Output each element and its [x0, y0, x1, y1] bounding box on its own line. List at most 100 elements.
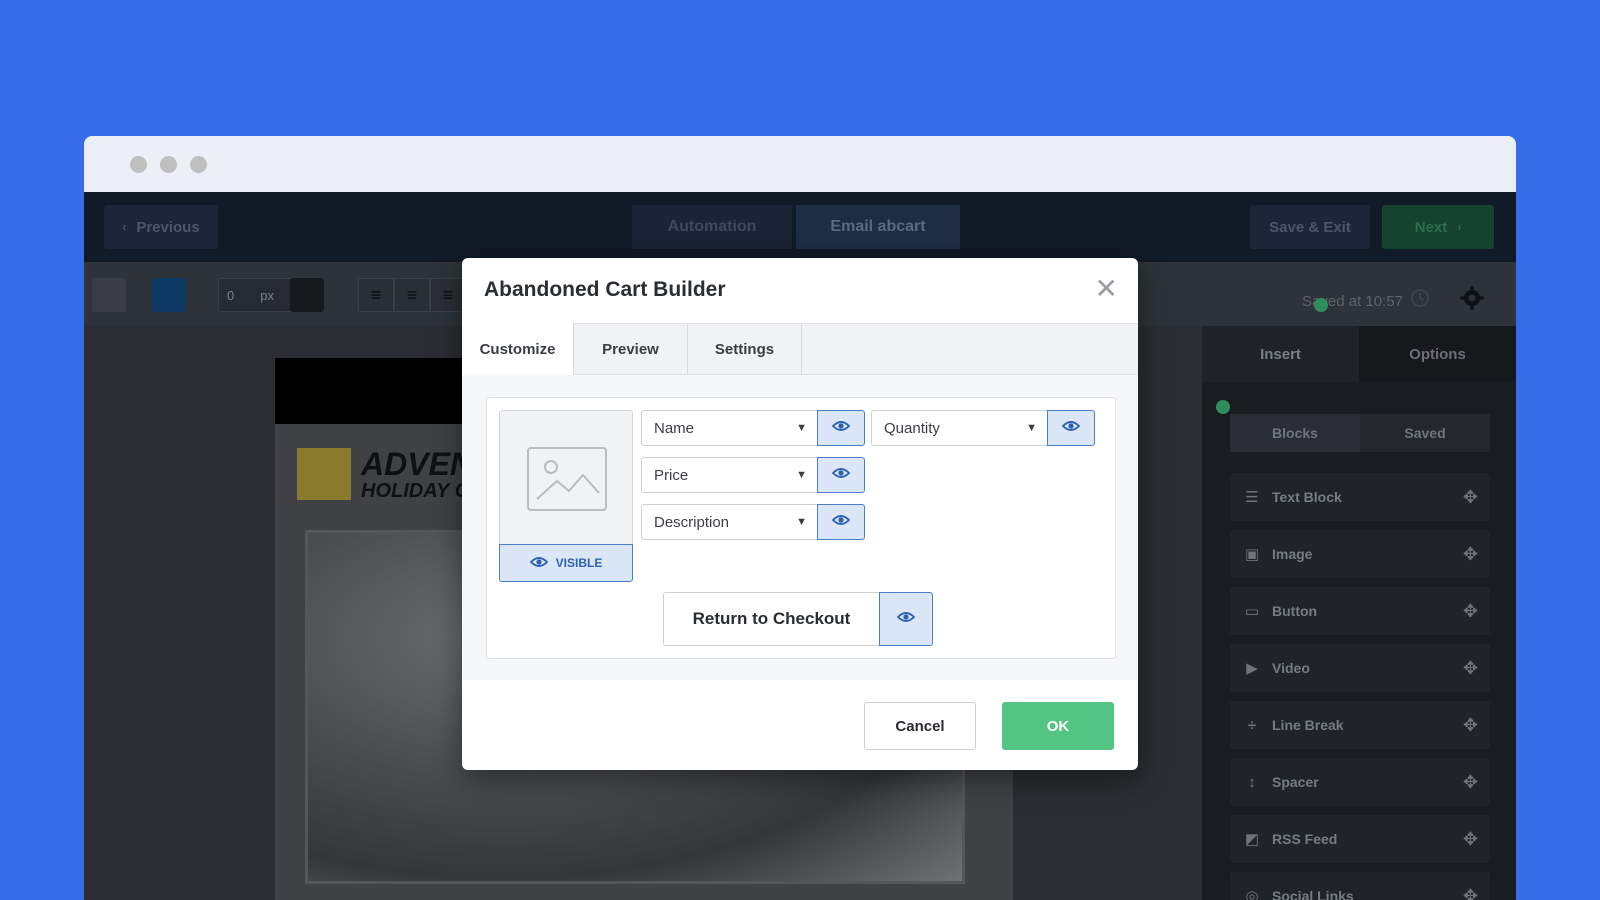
align-left-icon[interactable]: ≡: [358, 278, 394, 312]
tab-options[interactable]: Options: [1359, 326, 1516, 382]
tab-customize[interactable]: Customize: [462, 323, 574, 376]
quantity-field-group: Quantity ▼: [871, 410, 1095, 446]
next-button[interactable]: Next ›: [1382, 205, 1494, 249]
lightning-logo-icon: [297, 448, 351, 500]
quantity-visibility-toggle[interactable]: [1047, 410, 1095, 446]
visible-label: VISIBLE: [555, 556, 603, 570]
block-video[interactable]: ▶ Video ✥: [1230, 644, 1490, 692]
move-icon[interactable]: ✥: [1463, 544, 1478, 565]
previous-label: Previous: [136, 218, 200, 236]
quantity-select[interactable]: Quantity ▼: [871, 410, 1047, 446]
window-close-dot[interactable]: [130, 156, 147, 173]
move-icon[interactable]: ✥: [1463, 601, 1478, 622]
description-select[interactable]: Description ▼: [641, 504, 817, 540]
next-label: Next: [1414, 218, 1448, 236]
eye-icon: [831, 466, 851, 484]
text-color-swatch[interactable]: [152, 278, 186, 312]
top-navigation-bar: ‹ Previous Automation Email abcart Save …: [84, 192, 1516, 262]
modal-body: VISIBLE Name ▼ Quantity ▼ Price ▼ Descripti…: [462, 375, 1138, 680]
block-rss[interactable]: ◩ RSS Feed ✥: [1230, 815, 1490, 863]
image-icon: ▣: [1244, 546, 1260, 563]
alignment-group: ≡ ≡ ≡: [358, 278, 466, 312]
caret-down-icon: ▼: [796, 469, 807, 481]
move-icon[interactable]: ✥: [1463, 829, 1478, 850]
subtab-saved[interactable]: Saved: [1360, 414, 1490, 452]
cancel-button[interactable]: Cancel: [864, 702, 976, 750]
subtab-blocks[interactable]: Blocks: [1230, 414, 1360, 452]
play-icon: ▶: [1246, 660, 1258, 677]
previous-button[interactable]: ‹ Previous: [104, 205, 218, 249]
name-select[interactable]: Name ▼: [641, 410, 817, 446]
crumb-automation[interactable]: Automation: [632, 205, 792, 249]
eye-icon: [831, 419, 851, 437]
price-visibility-toggle[interactable]: [817, 457, 865, 493]
move-icon[interactable]: ✥: [1463, 715, 1478, 736]
checkout-visibility-toggle[interactable]: [879, 592, 933, 646]
move-icon[interactable]: ✥: [1463, 772, 1478, 793]
spacer-icon: ↕: [1248, 773, 1256, 791]
block-line-break[interactable]: ÷ Line Break ✥: [1230, 701, 1490, 749]
caret-down-icon: ▼: [796, 516, 807, 528]
padding-input[interactable]: 0 px: [218, 278, 294, 312]
text-lines-icon: ☰: [1245, 489, 1259, 506]
image-placeholder-icon: [527, 447, 607, 511]
window-minimize-dot[interactable]: [160, 156, 177, 173]
move-icon[interactable]: ✥: [1463, 886, 1478, 900]
border-color-swatch[interactable]: [290, 278, 324, 312]
line-break-icon: ÷: [1247, 716, 1257, 734]
block-social[interactable]: ◎ Social Links ✥: [1230, 872, 1490, 900]
image-visible-toggle[interactable]: VISIBLE: [499, 544, 633, 582]
button-icon: ▭: [1244, 603, 1260, 620]
window-titlebar: [84, 136, 1516, 192]
brand-subtitle: HOLIDAY C: [361, 480, 470, 502]
eye-icon: [896, 610, 916, 628]
tab-settings[interactable]: Settings: [688, 323, 802, 375]
align-center-icon[interactable]: ≡: [394, 278, 430, 312]
tab-preview[interactable]: Preview: [574, 323, 688, 375]
panel-status-dot: [1216, 400, 1230, 414]
price-select[interactable]: Price ▼: [641, 457, 817, 493]
caret-down-icon: ▼: [796, 422, 807, 434]
description-field-group: Description ▼: [641, 504, 865, 540]
product-layout-panel: VISIBLE Name ▼ Quantity ▼ Price ▼ Descripti…: [486, 397, 1116, 659]
history-icon[interactable]: [1408, 286, 1432, 310]
return-checkout-group: Return to Checkout: [663, 592, 933, 646]
window-maximize-dot[interactable]: [190, 156, 207, 173]
chevron-right-icon: ›: [1457, 220, 1462, 234]
eye-icon: [1061, 419, 1081, 437]
modal-tabs: Customize Preview Settings: [462, 323, 1138, 376]
block-subtabs: Blocks Saved: [1230, 414, 1490, 452]
close-icon[interactable]: ✕: [1095, 274, 1118, 304]
chevron-left-icon: ‹: [122, 220, 127, 234]
name-visibility-toggle[interactable]: [817, 410, 865, 446]
gear-icon[interactable]: [1458, 284, 1486, 312]
crumb-email[interactable]: Email abcart: [796, 205, 960, 249]
bg-color-swatch[interactable]: [92, 278, 126, 312]
save-exit-button[interactable]: Save & Exit: [1250, 205, 1370, 249]
brand-name: ADVEN: [361, 446, 474, 482]
ok-button[interactable]: OK: [1002, 702, 1114, 750]
modal-title: Abandoned Cart Builder: [484, 278, 726, 301]
block-list: ☰ Text Block ✥ ▣ Image ✥ ▭ Button ✥ ▶ Video ✥ ÷ L…: [1230, 473, 1490, 900]
price-field-group: Price ▼: [641, 457, 865, 493]
block-image[interactable]: ▣ Image ✥: [1230, 530, 1490, 578]
right-panel: Insert Options Blocks Saved ☰ Text Block ✥…: [1202, 326, 1516, 900]
return-to-checkout-button[interactable]: Return to Checkout: [663, 592, 879, 646]
tab-insert[interactable]: Insert: [1202, 326, 1359, 382]
right-panel-tabs: Insert Options: [1202, 326, 1516, 382]
eye-icon: [529, 556, 548, 571]
block-spacer[interactable]: ↕ Spacer ✥: [1230, 758, 1490, 806]
caret-down-icon: ▼: [1026, 422, 1037, 434]
description-visibility-toggle[interactable]: [817, 504, 865, 540]
move-icon[interactable]: ✥: [1463, 487, 1478, 508]
abandoned-cart-modal: Abandoned Cart Builder ✕ Customize Previ…: [462, 258, 1138, 770]
block-text[interactable]: ☰ Text Block ✥: [1230, 473, 1490, 521]
block-button[interactable]: ▭ Button ✥: [1230, 587, 1490, 635]
eye-icon: [831, 513, 851, 531]
align-right-icon[interactable]: ≡: [430, 278, 466, 312]
social-icon: ◎: [1245, 888, 1259, 900]
padding-unit: px: [260, 287, 274, 303]
padding-value: 0: [227, 287, 235, 303]
move-icon[interactable]: ✥: [1463, 658, 1478, 679]
status-dot: [1314, 298, 1328, 312]
